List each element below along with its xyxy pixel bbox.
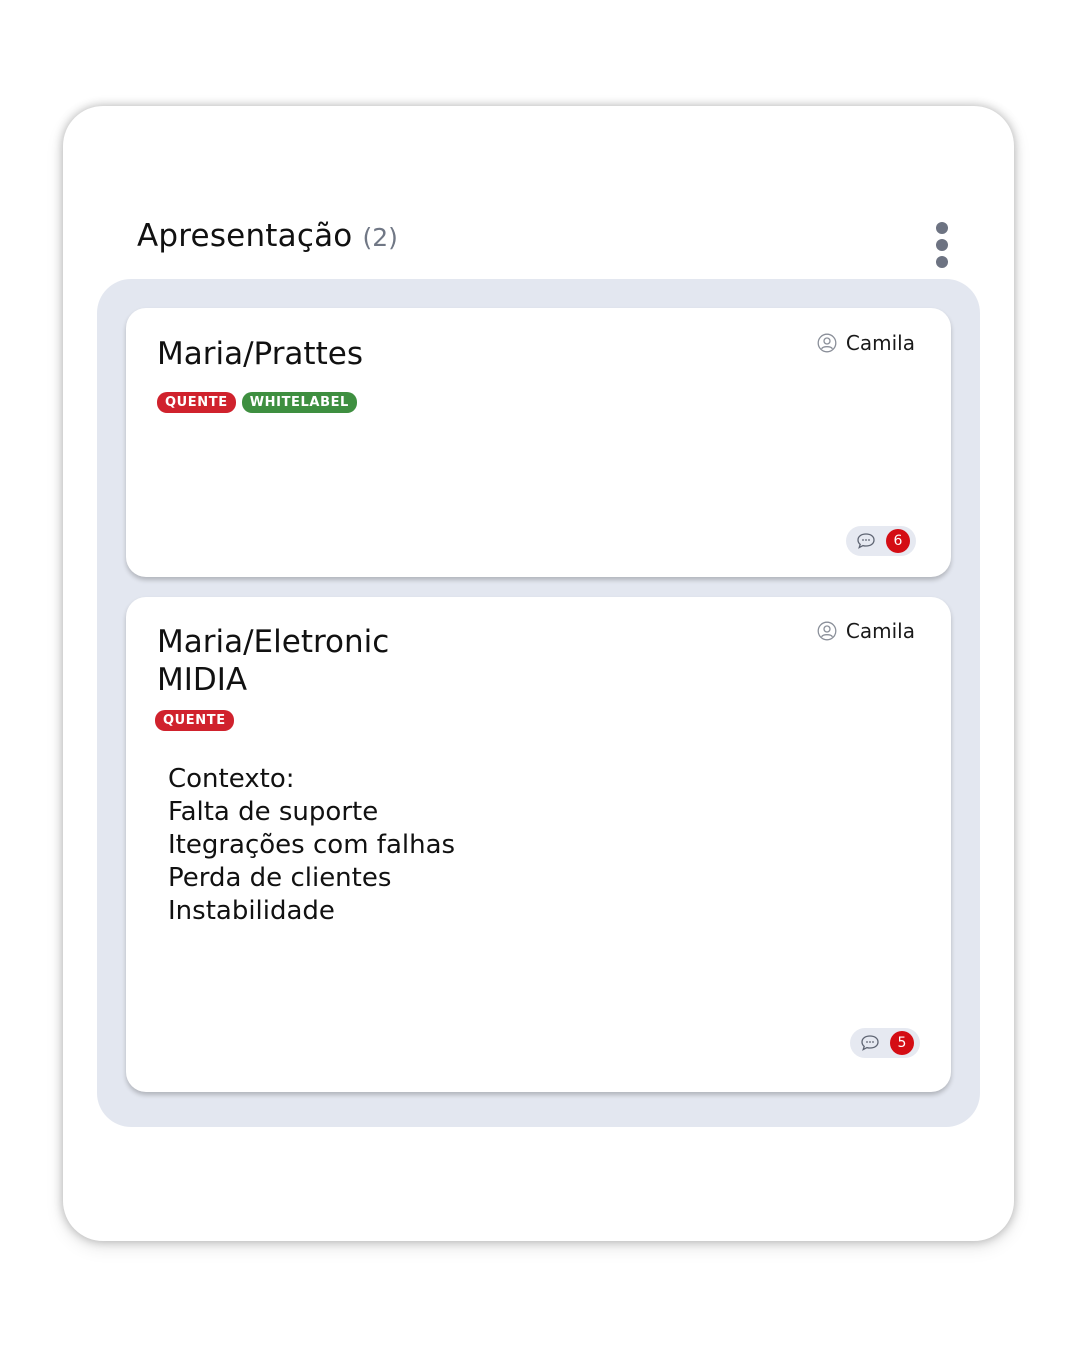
column-lane: Maria/Prattes Camila QUENTE WHITELABEL 6… bbox=[97, 279, 980, 1127]
card-description: Contexto: Falta de suporte Itegrações co… bbox=[168, 763, 455, 928]
card-assignee[interactable]: Camila bbox=[817, 619, 915, 643]
deal-card[interactable]: Maria/Eletronic MIDIA Camila QUENTE Cont… bbox=[126, 597, 951, 1092]
kanban-column-panel: Apresentação (2) Maria/Prattes Camila QU… bbox=[63, 106, 1014, 1241]
assignee-name: Camila bbox=[845, 619, 915, 643]
tag-quente: QUENTE bbox=[157, 392, 236, 413]
description-line: Perda de clientes bbox=[168, 863, 392, 893]
description-line: Itegrações com falhas bbox=[168, 830, 456, 860]
more-vertical-icon-dot bbox=[936, 256, 948, 268]
comments-button[interactable]: 5 bbox=[850, 1028, 920, 1058]
card-title: Maria/Eletronic MIDIA bbox=[157, 623, 457, 699]
more-vertical-icon bbox=[936, 222, 948, 234]
comment-count-badge: 6 bbox=[886, 529, 910, 553]
assignee-name: Camila bbox=[845, 331, 915, 355]
deal-card[interactable]: Maria/Prattes Camila QUENTE WHITELABEL 6 bbox=[126, 308, 951, 577]
user-circle-icon bbox=[817, 621, 837, 641]
comment-count-badge: 5 bbox=[890, 1031, 914, 1055]
card-tags: QUENTE WHITELABEL bbox=[157, 392, 357, 413]
user-circle-icon bbox=[817, 333, 837, 353]
more-vertical-icon-dot bbox=[936, 239, 948, 251]
card-tags: QUENTE bbox=[155, 710, 234, 731]
description-line: Instabilidade bbox=[168, 896, 335, 926]
description-line: Falta de suporte bbox=[168, 797, 379, 827]
card-assignee[interactable]: Camila bbox=[817, 331, 915, 355]
tag-quente: QUENTE bbox=[155, 710, 234, 731]
tag-whitelabel: WHITELABEL bbox=[241, 392, 357, 413]
column-title: Apresentação bbox=[137, 218, 353, 254]
comments-button[interactable]: 6 bbox=[846, 526, 916, 556]
card-title: Maria/Prattes bbox=[157, 336, 363, 372]
card-title-line: Maria/Eletronic bbox=[157, 624, 390, 660]
card-title-line: MIDIA bbox=[157, 662, 248, 698]
column-menu-button[interactable] bbox=[930, 222, 954, 268]
chat-bubble-icon bbox=[857, 533, 875, 549]
column-card-count: (2) bbox=[362, 223, 398, 252]
description-line: Contexto: bbox=[168, 764, 295, 794]
chat-bubble-icon bbox=[861, 1035, 879, 1051]
column-header: Apresentação (2) bbox=[137, 218, 398, 254]
